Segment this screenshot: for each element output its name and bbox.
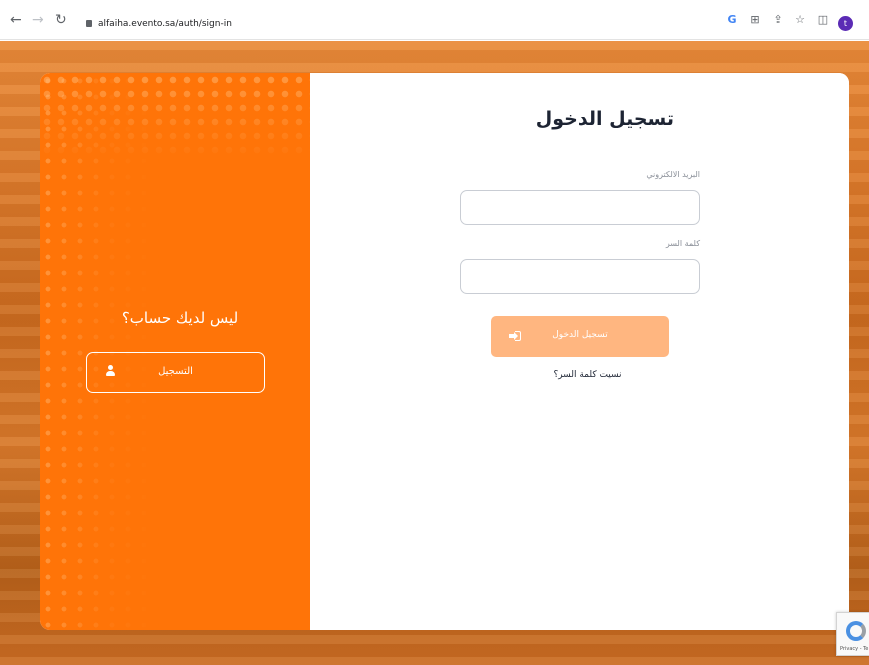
email-field[interactable] [460, 190, 700, 225]
auth-card: ليس لديك حساب؟ التسجيل تسجيل الدخول البر… [40, 73, 849, 630]
register-button[interactable]: التسجيل [86, 352, 265, 393]
share-icon[interactable]: ⇪ [771, 12, 785, 28]
recaptcha-text[interactable]: Privacy - Te [840, 646, 868, 652]
back-icon[interactable]: ← [10, 13, 22, 27]
login-panel: تسجيل الدخول البريد الالكتروني كلمة السر… [310, 73, 849, 630]
password-field[interactable] [460, 259, 700, 294]
forward-icon[interactable]: → [32, 13, 44, 27]
bookmark-star-icon[interactable]: ☆ [793, 12, 807, 28]
no-account-text: ليس لديك حساب؟ [121, 309, 239, 327]
address-bar[interactable]: alfaiha.evento.sa/auth/sign-in [82, 14, 722, 34]
side-panel-icon[interactable]: ◫ [816, 12, 830, 28]
register-panel: ليس لديك حساب؟ التسجيل [40, 73, 310, 630]
forgot-password-link[interactable]: نسيت كلمة السر؟ [553, 370, 621, 380]
google-icon[interactable]: G [725, 12, 739, 28]
login-button[interactable]: تسجيل الدخول [491, 316, 669, 357]
lock-icon [86, 20, 92, 27]
password-label: كلمة السر [665, 239, 700, 248]
browser-toolbar: ← → ↻ alfaiha.evento.sa/auth/sign-in G ⊞… [0, 0, 869, 40]
email-label: البريد الالكتروني [646, 170, 700, 179]
register-button-label: التسجيل [158, 366, 193, 377]
recaptcha-icon [846, 621, 866, 641]
page-title: تسجيل الدخول [535, 108, 674, 130]
profile-avatar[interactable]: t [838, 16, 853, 31]
address-bar-url: alfaiha.evento.sa/auth/sign-in [98, 19, 232, 29]
reload-icon[interactable]: ↻ [55, 13, 67, 27]
forgot-password-link-row: نسيت كلمة السر؟ [310, 370, 849, 380]
recaptcha-badge[interactable]: Privacy - Te [836, 612, 869, 656]
decorative-dots-top [40, 73, 310, 163]
login-button-label: تسجيل الدخول [552, 330, 608, 340]
translate-icon[interactable]: ⊞ [748, 12, 762, 28]
